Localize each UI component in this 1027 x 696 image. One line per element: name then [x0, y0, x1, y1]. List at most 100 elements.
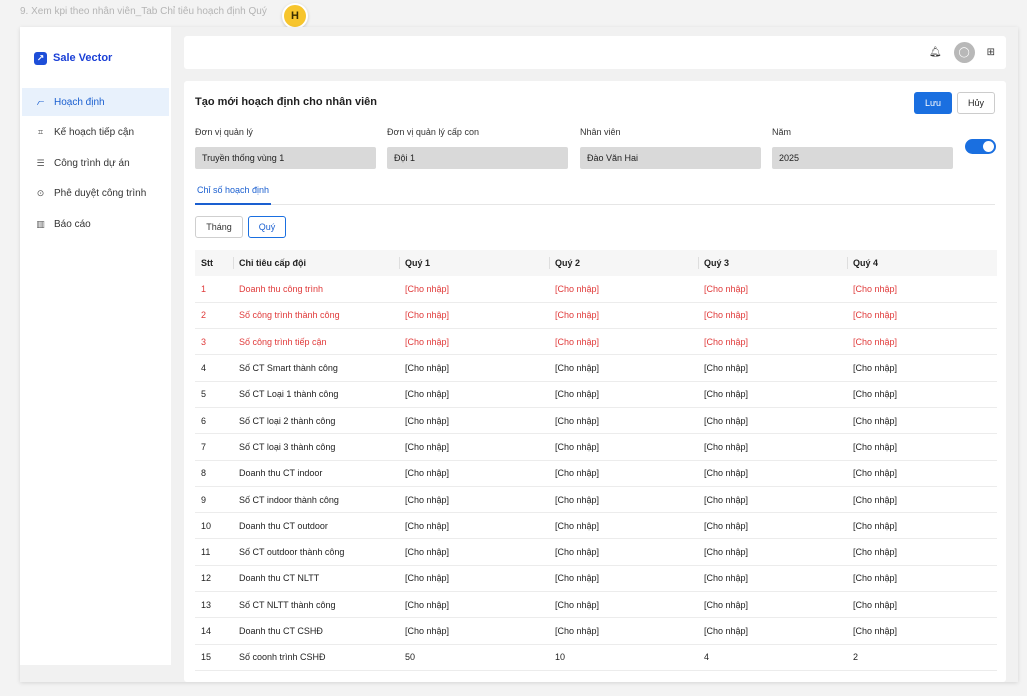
cell-quy-2[interactable]: [Cho nhập]: [549, 328, 698, 356]
cell-quy-1[interactable]: [Cho nhập]: [399, 381, 549, 408]
don-vi-cap-con-select[interactable]: Đội 1: [387, 147, 568, 169]
cell-quy-4[interactable]: [Cho nhập]: [847, 591, 997, 619]
cell-quy-3[interactable]: [Cho nhập]: [698, 276, 847, 303]
cell-quy-3[interactable]: [Cho nhập]: [698, 381, 847, 408]
table-row: 2 Số công trình thành công [Cho nhập] [Cho …: [195, 302, 997, 330]
save-button[interactable]: Lưu: [914, 92, 952, 114]
cell-quy-3[interactable]: [Cho nhập]: [698, 354, 847, 382]
col-header-quy-1: Quý 1: [399, 250, 549, 276]
cell-quy-1[interactable]: [Cho nhập]: [399, 302, 549, 330]
cell-quy-3[interactable]: [Cho nhập]: [698, 486, 847, 514]
status-toggle[interactable]: [965, 139, 996, 154]
cell-quy-3[interactable]: [Cho nhập]: [698, 512, 847, 540]
sidebar-item-label: Báo cáo: [54, 218, 91, 230]
cell-quy-4[interactable]: [Cho nhập]: [847, 460, 997, 487]
cell-quy-1[interactable]: [Cho nhập]: [399, 591, 549, 619]
cell-quy-3[interactable]: [Cho nhập]: [698, 328, 847, 356]
cell-quy-4[interactable]: [Cho nhập]: [847, 617, 997, 645]
don-vi-quan-ly-select[interactable]: Truyền thống vùng 1: [195, 147, 376, 169]
cell-quy-1[interactable]: [Cho nhập]: [399, 617, 549, 645]
cell-stt: 3: [195, 328, 233, 356]
period-month-button[interactable]: Tháng: [195, 216, 243, 238]
cell-quy-3[interactable]: [Cho nhập]: [698, 302, 847, 330]
main-panel: Tạo mới hoạch định cho nhân viên Lưu Hủy…: [184, 81, 1006, 682]
period-quarter-button[interactable]: Quý: [248, 216, 286, 238]
nhan-vien-select[interactable]: Đào Văn Hai: [580, 147, 761, 169]
cell-quy-1[interactable]: [Cho nhập]: [399, 460, 549, 487]
cell-chi-tieu: Số CT loại 3 thành công: [233, 433, 399, 461]
grid-icon[interactable]: ⊞: [987, 47, 995, 58]
cell-quy-4[interactable]: [Cho nhập]: [847, 302, 997, 330]
field-label: Nhân viên: [580, 127, 621, 137]
cell-quy-4[interactable]: [Cho nhập]: [847, 381, 997, 408]
table-row: 13 Số CT NLTT thành công [Cho nhập] [Cho nh…: [195, 591, 997, 619]
cell-quy-1[interactable]: [Cho nhập]: [399, 512, 549, 540]
table-row: 9 Số CT indoor thành công [Cho nhập] [Cho n…: [195, 486, 997, 514]
cell-quy-1[interactable]: [Cho nhập]: [399, 407, 549, 435]
cell-quy-2[interactable]: [Cho nhập]: [549, 381, 698, 408]
app-frame: ↗ Sale Vector ⦧ Hoạch định ⌗ Kế hoạch ti…: [20, 27, 1018, 682]
sidebar-item-hoach-dinh[interactable]: ⦧ Hoạch định: [22, 88, 169, 116]
cell-quy-3[interactable]: [Cho nhập]: [698, 565, 847, 593]
cell-quy-2[interactable]: [Cho nhập]: [549, 538, 698, 566]
cell-quy-2[interactable]: [Cho nhập]: [549, 354, 698, 382]
cell-quy-1[interactable]: [Cho nhập]: [399, 538, 549, 566]
cell-quy-3[interactable]: [Cho nhập]: [698, 460, 847, 487]
cell-quy-3[interactable]: [Cho nhập]: [698, 617, 847, 645]
bell-icon[interactable]: 🔔︎: [929, 47, 942, 58]
cell-quy-4[interactable]: [Cho nhập]: [847, 276, 997, 303]
cell-quy-4[interactable]: 2: [847, 644, 997, 671]
sidebar-item-label: Hoạch định: [54, 96, 105, 108]
table-row: 4 Số CT Smart thành công [Cho nhập] [Cho nh…: [195, 354, 997, 382]
cell-quy-2[interactable]: [Cho nhập]: [549, 512, 698, 540]
table-header-row: Stt Chỉ tiêu cấp đội Quý 1 Quý 2 Quý 3 Q…: [195, 250, 997, 276]
cell-quy-3[interactable]: [Cho nhập]: [698, 591, 847, 619]
collaborator-avatar[interactable]: H: [282, 3, 308, 29]
cell-quy-2[interactable]: [Cho nhập]: [549, 617, 698, 645]
cell-quy-1[interactable]: [Cho nhập]: [399, 276, 549, 303]
cell-quy-3[interactable]: [Cho nhập]: [698, 538, 847, 566]
cell-quy-4[interactable]: [Cho nhập]: [847, 565, 997, 593]
brand[interactable]: ↗ Sale Vector: [20, 27, 171, 73]
user-avatar[interactable]: ◯: [953, 42, 975, 63]
cell-quy-4[interactable]: [Cho nhập]: [847, 538, 997, 566]
sidebar-item-bao-cao[interactable]: ▥ Báo cáo: [22, 210, 169, 238]
cancel-button[interactable]: Hủy: [957, 92, 995, 114]
cell-quy-1[interactable]: [Cho nhập]: [399, 328, 549, 356]
cell-quy-1[interactable]: [Cho nhập]: [399, 486, 549, 514]
field-label: Đơn vị quản lý cấp con: [387, 127, 479, 137]
kpi-table: Stt Chỉ tiêu cấp đội Quý 1 Quý 2 Quý 3 Q…: [195, 250, 997, 671]
cell-quy-1[interactable]: [Cho nhập]: [399, 433, 549, 461]
cell-quy-1[interactable]: [Cho nhập]: [399, 354, 549, 382]
sidebar-item-cong-trinh-du-an[interactable]: ☰ Công trình dự án: [22, 149, 169, 177]
sidebar-item-ke-hoach-tiep-can[interactable]: ⌗ Kế hoạch tiếp cận: [22, 119, 169, 147]
cell-quy-4[interactable]: [Cho nhập]: [847, 354, 997, 382]
cell-quy-2[interactable]: [Cho nhập]: [549, 407, 698, 435]
cell-quy-1[interactable]: 50: [399, 644, 549, 671]
cell-quy-3[interactable]: [Cho nhập]: [698, 407, 847, 435]
cell-quy-3[interactable]: [Cho nhập]: [698, 433, 847, 461]
page-caption: 9. Xem kpi theo nhân viên_Tab Chỉ tiêu h…: [20, 6, 267, 17]
cell-quy-4[interactable]: [Cho nhập]: [847, 407, 997, 435]
cell-quy-4[interactable]: [Cho nhập]: [847, 433, 997, 461]
cell-quy-1[interactable]: [Cho nhập]: [399, 565, 549, 593]
cell-quy-2[interactable]: [Cho nhập]: [549, 486, 698, 514]
cell-quy-2[interactable]: [Cho nhập]: [549, 433, 698, 461]
cell-quy-2[interactable]: [Cho nhập]: [549, 276, 698, 303]
cell-stt: 13: [195, 591, 233, 619]
cell-quy-4[interactable]: [Cho nhập]: [847, 328, 997, 356]
nam-select[interactable]: 2025: [772, 147, 953, 169]
cell-quy-3[interactable]: 4: [698, 644, 847, 671]
cell-quy-4[interactable]: [Cho nhập]: [847, 512, 997, 540]
cell-quy-2[interactable]: 10: [549, 644, 698, 671]
cell-quy-2[interactable]: [Cho nhập]: [549, 302, 698, 330]
user-icon: ◯: [958, 47, 970, 58]
cell-quy-2[interactable]: [Cho nhập]: [549, 591, 698, 619]
sidebar-item-phe-duyet-cong-trinh[interactable]: ⊙ Phê duyệt công trình: [22, 180, 169, 208]
cell-chi-tieu: Doanh thu CT NLTT: [233, 565, 399, 593]
tab-chi-so-hoach-dinh[interactable]: Chỉ số hoạch định: [195, 185, 272, 205]
cell-quy-2[interactable]: [Cho nhập]: [549, 565, 698, 593]
cell-quy-2[interactable]: [Cho nhập]: [549, 460, 698, 487]
cell-quy-4[interactable]: [Cho nhập]: [847, 486, 997, 514]
table-row: 8 Doanh thu CT indoor [Cho nhập] [Cho nhập]…: [195, 460, 997, 487]
